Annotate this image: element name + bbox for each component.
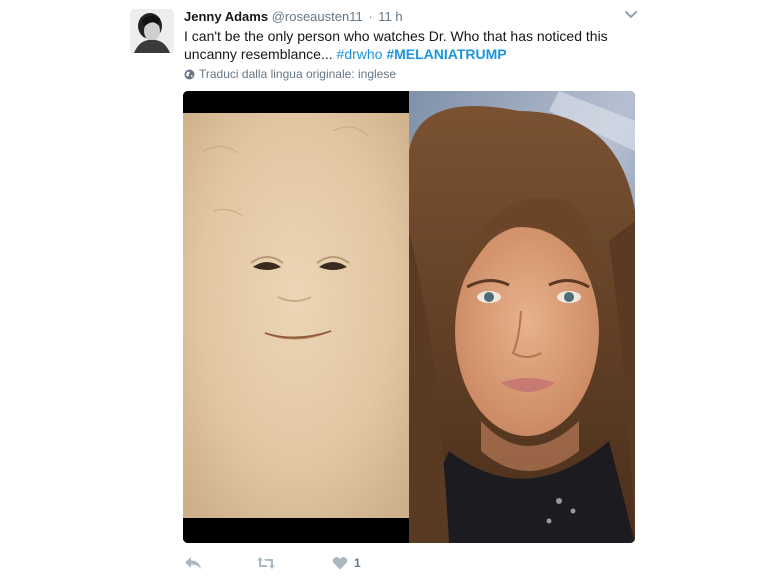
retweet-button[interactable] [256,556,332,570]
translate-label: Traduci dalla lingua originale: inglese [199,67,397,81]
tweet-card: Jenny Adams @roseausten11 · 11 h I can't… [0,0,770,577]
author-name[interactable]: Jenny Adams [184,9,268,24]
media-photo-right [409,91,635,543]
reply-button[interactable] [184,556,256,570]
separator-dot: · [368,9,373,24]
heart-icon [332,556,348,570]
hashtag-melaniatrump[interactable]: #MELANIATRUMP [386,46,506,62]
media-photo-left [183,91,409,543]
tweet-timestamp[interactable]: 11 h [378,9,402,24]
tweet-actions: 1 [184,553,361,573]
avatar[interactable] [130,9,174,53]
tweet-media[interactable] [183,91,635,543]
skin-face-image [183,91,409,543]
like-count: 1 [354,556,361,570]
portrait-image [409,91,635,543]
tweet-text: I can't be the only person who watches D… [184,27,634,63]
author-handle[interactable]: @roseausten11 [272,9,363,24]
translate-link[interactable]: Traduci dalla lingua originale: inglese [184,67,396,81]
tweet-header: Jenny Adams @roseausten11 · 11 h [184,9,403,24]
retweet-icon [257,557,275,569]
like-button[interactable]: 1 [332,556,361,570]
chevron-down-icon[interactable] [624,9,638,21]
avatar-image [130,9,174,53]
hashtag-drwho[interactable]: #drwho [337,46,383,62]
reply-icon [185,557,201,569]
globe-icon [184,69,195,79]
